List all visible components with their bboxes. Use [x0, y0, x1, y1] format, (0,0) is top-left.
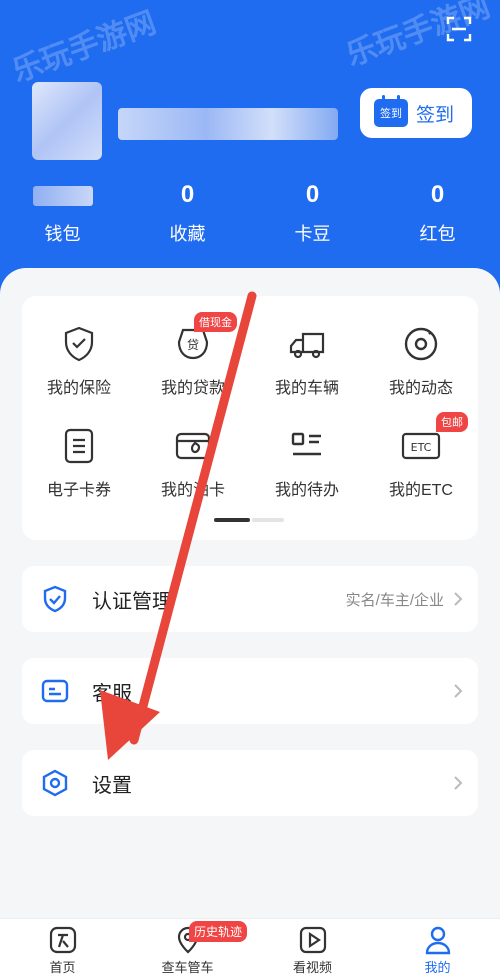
customer-service-row[interactable]: 客服 [22, 658, 478, 724]
badge-history-track: 历史轨迹 [189, 921, 248, 942]
stat-value-blurred [0, 178, 125, 212]
grid-item-todo[interactable]: 我的待办 [250, 426, 364, 500]
tab-label: 看视频 [292, 960, 332, 975]
tab-vehicle[interactable]: 查车管车 历史轨迹 [125, 919, 250, 976]
todo-list-icon [291, 432, 321, 456]
chat-icon [41, 679, 69, 703]
row-label: 认证管理 [92, 590, 172, 613]
row-subtitle: 实名/车主/企业 [345, 591, 444, 609]
calendar-checkin-icon: 签到 [374, 95, 408, 127]
tab-videos[interactable]: 看视频 [250, 919, 375, 976]
bottom-tab-bar: 首页 查车管车 历史轨迹 看视频 我的 [0, 918, 500, 976]
camera-lens-icon [404, 327, 438, 361]
checkin-button[interactable]: 签到 签到 [360, 88, 472, 138]
page-indicator [214, 518, 284, 522]
tab-label: 查车管车 [161, 960, 214, 975]
shield-check-icon [43, 585, 67, 613]
stat-value: 0 [430, 181, 445, 208]
row-label: 客服 [92, 682, 132, 705]
etc-icon: ETC [401, 432, 441, 460]
settings-row[interactable]: 设置 [22, 750, 478, 816]
grid-label: 电子卡券 [46, 482, 111, 499]
home-runner-icon [49, 926, 76, 954]
svg-text:贷: 贷 [187, 338, 199, 352]
grid-label: 我的动态 [388, 380, 453, 397]
badge-free-shipping: 包邮 [436, 412, 468, 432]
tab-label: 我的 [424, 960, 451, 975]
voucher-icon [64, 428, 94, 464]
stats-bar: 钱包 0 收藏 0 卡豆 0 红包 [0, 178, 500, 246]
avatar[interactable] [32, 82, 102, 160]
fuel-card-icon [175, 432, 211, 460]
truck-icon [289, 332, 325, 359]
grid-item-moments[interactable]: 我的动态 [364, 324, 478, 398]
services-grid: 我的保险 贷 我的贷款 借现金 我的车辆 我的动态 电子卡券 我的油卡 我的待办… [22, 296, 478, 540]
grid-label: 我的保险 [46, 380, 111, 397]
settings-hexagon-icon [42, 769, 68, 797]
watermark: 乐玩手游网 [8, 6, 161, 89]
stat-label: 钱包 [44, 224, 81, 244]
grid-item-fuel-card[interactable]: 我的油卡 [136, 426, 250, 500]
stat-favorites[interactable]: 0 收藏 [125, 178, 250, 246]
stat-label: 红包 [419, 224, 456, 244]
stat-red-packets[interactable]: 0 红包 [375, 178, 500, 246]
badge-cash: 借现金 [194, 312, 237, 332]
tab-label: 首页 [49, 960, 76, 975]
grid-label: 我的ETC [388, 482, 453, 499]
grid-item-etc[interactable]: ETC 我的ETC 包邮 [364, 412, 478, 500]
grid-item-insurance[interactable]: 我的保险 [22, 324, 136, 398]
stat-card-beans[interactable]: 0 卡豆 [250, 178, 375, 246]
grid-item-vehicle[interactable]: 我的车辆 [250, 324, 364, 398]
stat-value: 0 [305, 181, 320, 208]
auth-management-row[interactable]: 认证管理 实名/车主/企业 [22, 566, 478, 632]
grid-label: 我的贷款 [160, 380, 225, 397]
grid-label: 我的车辆 [274, 380, 339, 397]
grid-item-vouchers[interactable]: 电子卡券 [22, 426, 136, 500]
grid-label: 我的油卡 [160, 482, 225, 499]
user-icon [425, 926, 450, 955]
chevron-right-icon [454, 684, 463, 698]
svg-text:ETC: ETC [411, 441, 432, 454]
scan-icon[interactable] [446, 16, 472, 42]
chevron-right-icon [454, 776, 463, 790]
stat-label: 卡豆 [294, 224, 331, 244]
stat-value: 0 [180, 181, 195, 208]
username-blurred [118, 108, 338, 140]
profile-header: 乐玩手游网 乐玩手游网 签到 签到 钱包 0 收藏 0 卡豆 0 红包 [0, 0, 500, 300]
stat-wallet[interactable]: 钱包 [0, 178, 125, 246]
grid-label: 我的待办 [274, 482, 339, 499]
checkin-label: 签到 [416, 104, 455, 126]
chevron-right-icon [454, 592, 463, 606]
play-icon [299, 926, 326, 954]
shield-check-icon [64, 326, 94, 362]
stat-label: 收藏 [169, 224, 206, 244]
tab-home[interactable]: 首页 [0, 919, 125, 976]
grid-item-loan[interactable]: 贷 我的贷款 借现金 [136, 312, 250, 398]
tab-mine[interactable]: 我的 [375, 919, 500, 976]
row-label: 设置 [92, 774, 132, 797]
